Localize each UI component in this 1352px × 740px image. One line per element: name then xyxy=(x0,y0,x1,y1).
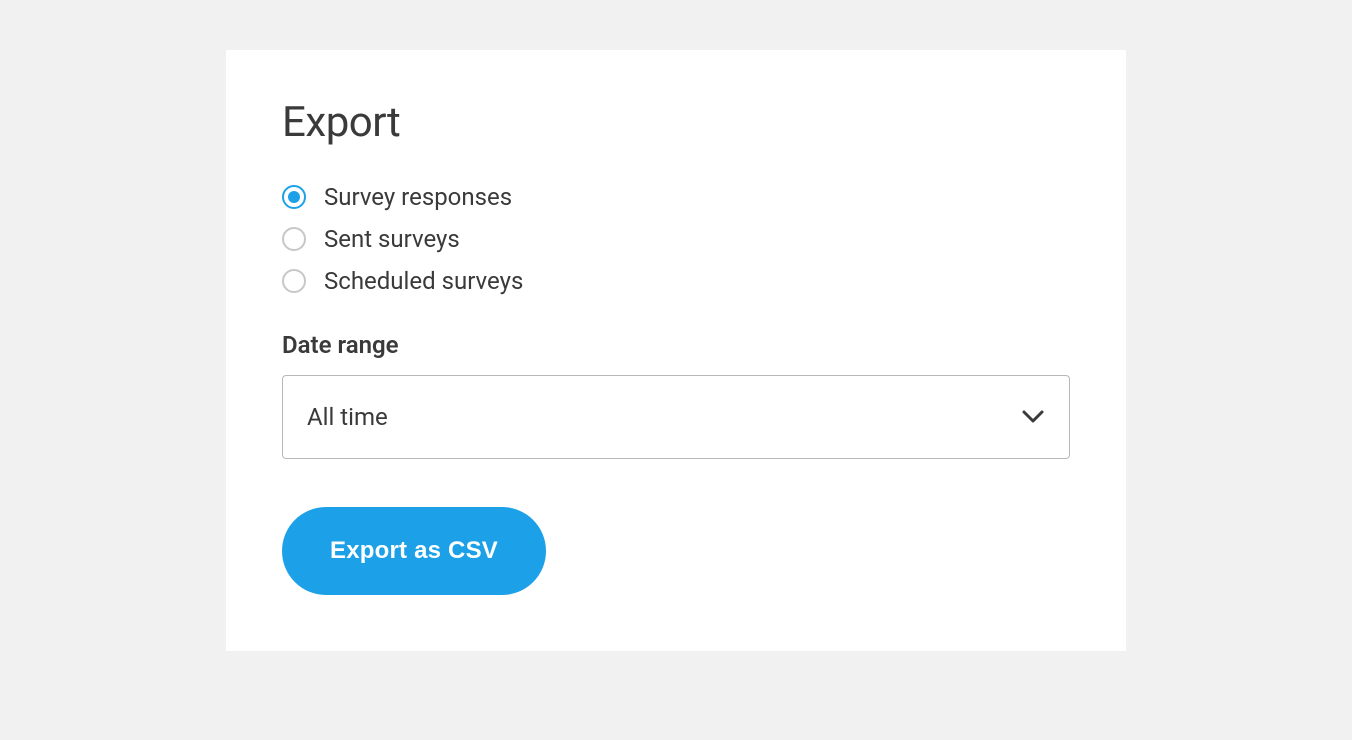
page-title: Export xyxy=(282,98,1070,147)
date-range-value: All time xyxy=(307,403,1021,431)
radio-label: Survey responses xyxy=(324,183,512,211)
radio-survey-responses[interactable]: Survey responses xyxy=(282,183,1070,211)
radio-icon xyxy=(282,185,306,209)
radio-label: Scheduled surveys xyxy=(324,267,523,295)
export-type-radio-group: Survey responses Sent surveys Scheduled … xyxy=(282,183,1070,295)
radio-sent-surveys[interactable]: Sent surveys xyxy=(282,225,1070,253)
radio-scheduled-surveys[interactable]: Scheduled surveys xyxy=(282,267,1070,295)
export-card: Export Survey responses Sent surveys Sch… xyxy=(226,50,1126,651)
chevron-down-icon xyxy=(1021,405,1045,429)
radio-icon xyxy=(282,269,306,293)
radio-label: Sent surveys xyxy=(324,225,460,253)
date-range-label: Date range xyxy=(282,331,1070,359)
radio-icon xyxy=(282,227,306,251)
export-csv-button[interactable]: Export as CSV xyxy=(282,507,546,595)
date-range-select[interactable]: All time xyxy=(282,375,1070,459)
